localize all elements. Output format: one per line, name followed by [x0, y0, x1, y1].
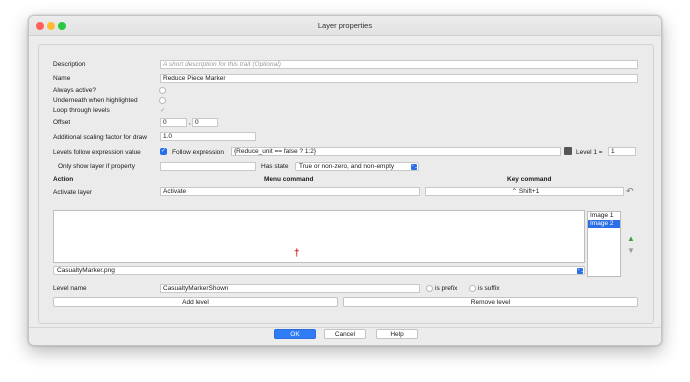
offset-separator: , — [189, 119, 191, 126]
menu-command-header: Menu command — [264, 176, 314, 183]
help-button[interactable]: Help — [376, 329, 418, 339]
name-input[interactable]: Reduce Piece Marker — [160, 74, 638, 83]
name-label: Name — [53, 75, 71, 82]
move-down-icon[interactable]: ▼ — [627, 246, 635, 255]
activate-menu-input[interactable]: Activate — [160, 187, 420, 196]
undo-icon[interactable]: ↶ — [626, 186, 634, 197]
has-state-label: Has state — [261, 163, 289, 170]
activate-key-value: Shift+1 — [518, 188, 540, 195]
loop-checkmark-icon[interactable]: ✓ — [160, 106, 165, 114]
image-list-item-2[interactable]: Image 2 — [588, 220, 620, 228]
offset-y-input[interactable]: 0 — [192, 118, 218, 127]
image-file-value: CasualtyMarker.png — [57, 267, 115, 274]
loop-label: Loop through levels — [53, 107, 110, 114]
image-list[interactable]: Image 1 Image 2 — [587, 211, 621, 277]
properties-panel: Description A short description for this… — [38, 44, 654, 324]
activate-key-input[interactable]: ⌃ Shift+1 — [425, 187, 624, 196]
scaling-label: Additional scaling factor for draw — [53, 134, 147, 141]
description-input[interactable]: A short description for this trait (Opti… — [160, 60, 638, 69]
is-prefix-label: is prefix — [435, 285, 458, 292]
ok-button[interactable]: OK — [274, 329, 316, 339]
image-list-item-1[interactable]: Image 1 — [588, 212, 620, 220]
state-select[interactable]: True or non-zero, and non-empty ⌃⌄ — [295, 162, 419, 171]
casualty-marker-image: † — [294, 248, 300, 259]
follow-label: Levels follow expression value — [53, 149, 141, 156]
scaling-input[interactable]: 1.0 — [160, 132, 256, 141]
action-header: Action — [53, 176, 74, 183]
chevron-updown-icon: ⌃⌄ — [577, 268, 584, 274]
calculator-icon[interactable] — [564, 147, 572, 155]
description-placeholder: A short description for this trait (Opti… — [163, 61, 281, 68]
follow-expression-checkbox[interactable]: ✓ — [160, 148, 167, 155]
always-active-label: Always active? — [53, 87, 96, 94]
level1-label: Level 1 = — [576, 149, 603, 156]
is-prefix-radio[interactable] — [426, 285, 433, 292]
follow-expression-checkbox-label: Follow expression — [172, 149, 225, 156]
remove-level-button[interactable]: Remove level — [343, 297, 638, 307]
title-bar: Layer properties — [29, 16, 661, 36]
chevron-updown-icon: ⌃⌄ — [411, 164, 418, 170]
follow-expression-input[interactable]: {Reduce_unit == false ? 1:2} — [231, 147, 561, 156]
add-level-button[interactable]: Add level — [53, 297, 338, 307]
underneath-checkbox[interactable] — [159, 97, 166, 104]
cancel-button[interactable]: Cancel — [324, 329, 366, 339]
underneath-label: Underneath when highlighted — [53, 97, 138, 104]
is-suffix-label: is suffix — [478, 285, 500, 292]
activate-layer-label: Activate layer — [53, 189, 93, 196]
offset-label: Offset — [53, 119, 71, 126]
offset-x-input[interactable]: 0 — [160, 118, 187, 127]
show-if-property-input[interactable] — [160, 162, 256, 171]
is-suffix-radio[interactable] — [469, 285, 476, 292]
show-if-label: Only show layer if property — [58, 163, 135, 170]
key-prefix-icon: ⌃ — [511, 188, 518, 195]
level-name-input[interactable]: CasualtyMarkerShown — [160, 284, 420, 293]
window-title: Layer properties — [317, 21, 373, 30]
always-active-checkbox[interactable] — [159, 87, 166, 94]
move-up-icon[interactable]: ▲ — [627, 234, 635, 243]
key-command-header: Key command — [507, 176, 552, 183]
footer-divider — [29, 327, 661, 328]
image-file-select[interactable]: CasualtyMarker.png ⌃⌄ — [53, 266, 585, 275]
level1-input[interactable]: 1 — [608, 147, 636, 156]
state-select-value: True or non-zero, and non-empty — [299, 163, 395, 170]
image-preview[interactable]: † — [53, 210, 585, 263]
description-label: Description — [53, 61, 86, 68]
layer-properties-window: Layer properties Description A short des… — [28, 15, 662, 346]
level-name-label: Level name — [53, 285, 87, 292]
